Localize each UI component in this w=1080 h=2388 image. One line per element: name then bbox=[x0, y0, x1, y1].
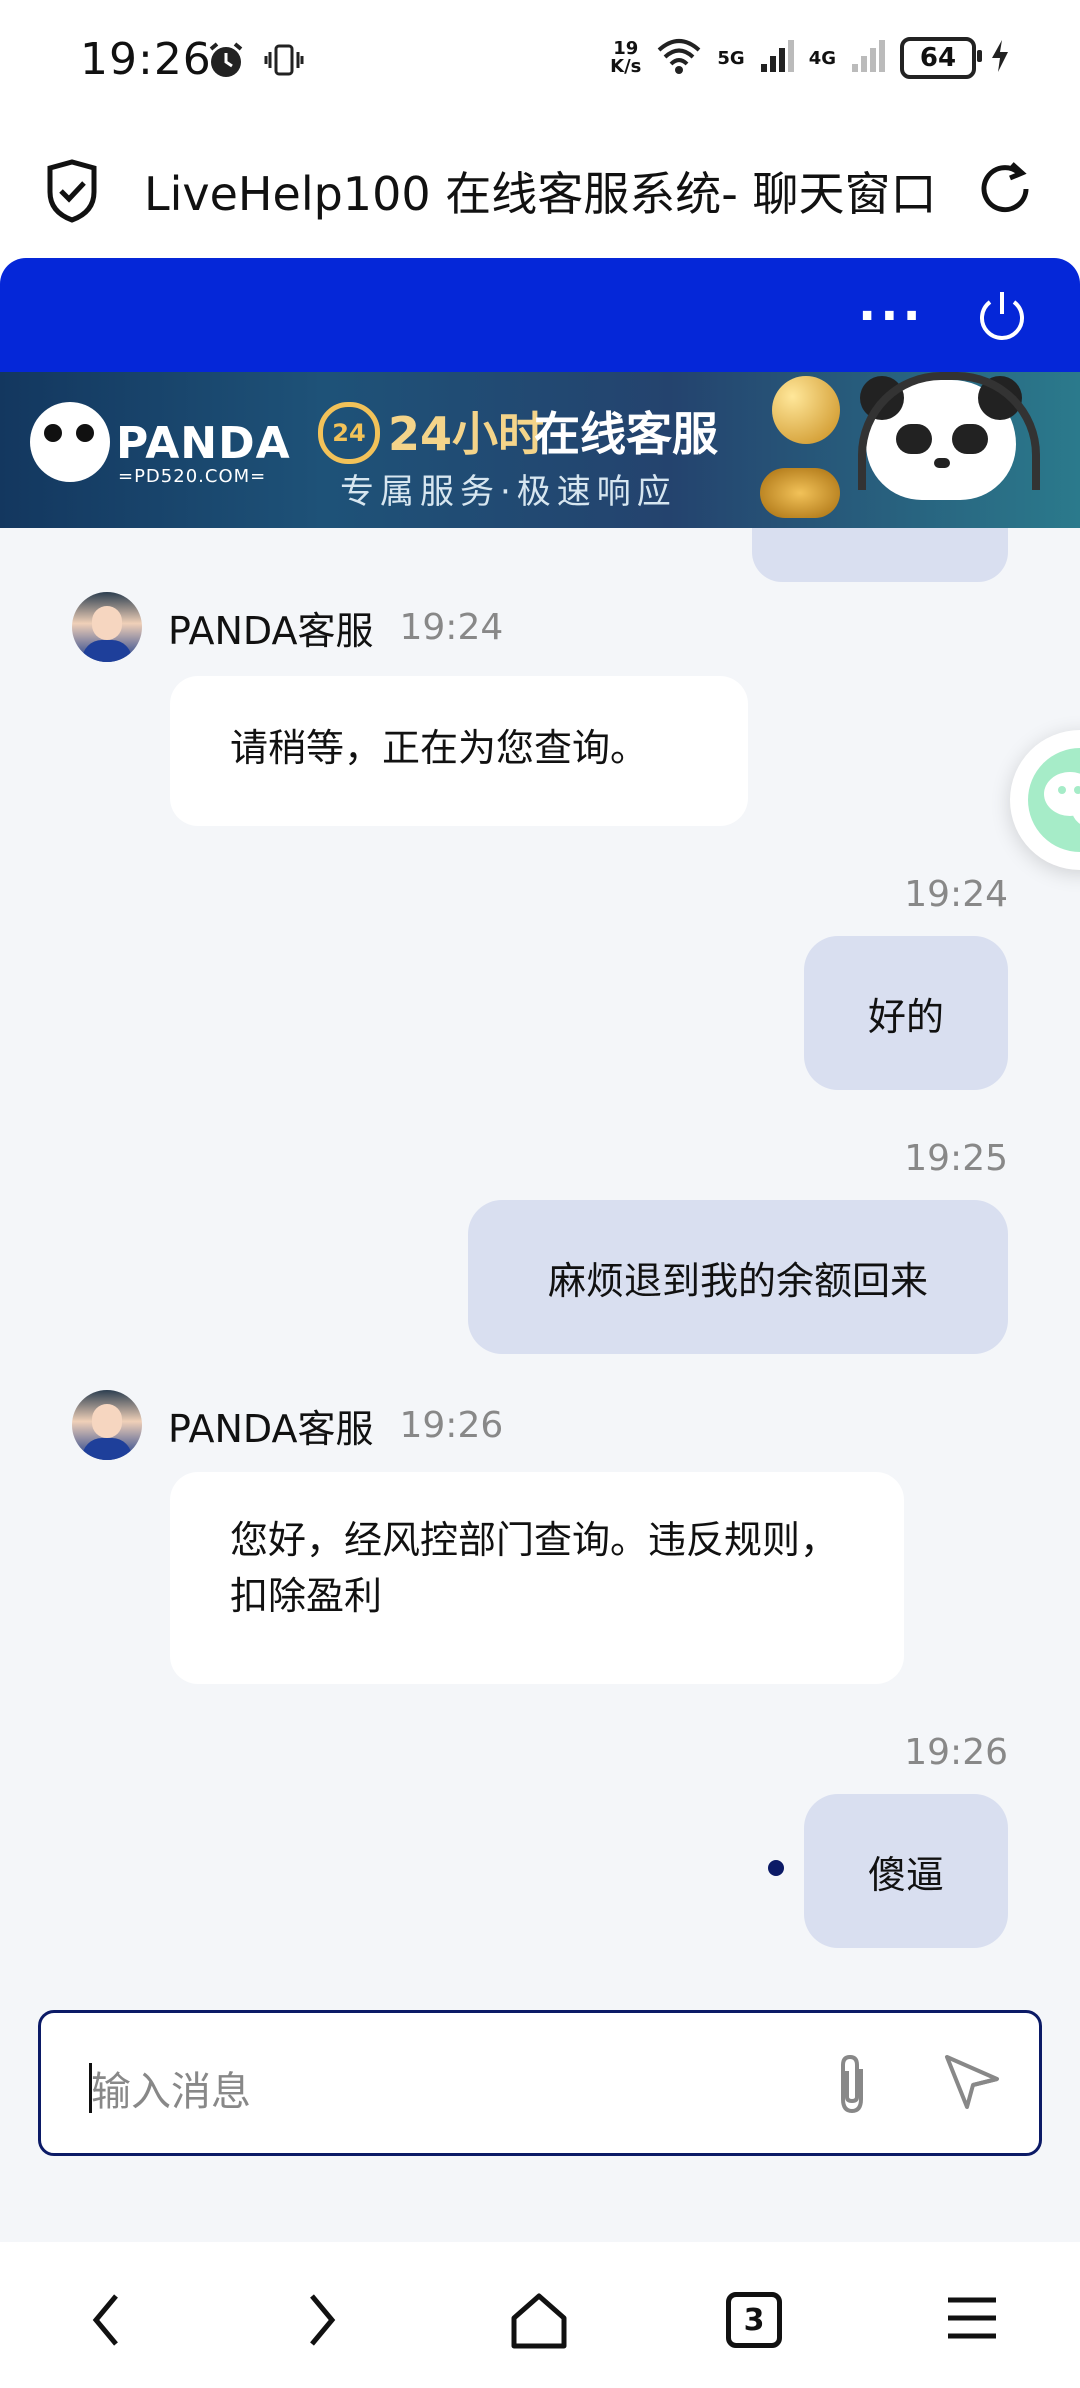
message-time: 19:24 bbox=[904, 874, 1008, 915]
page-title[interactable]: LiveHelp100 在线客服系统- 聊天窗口 bbox=[144, 158, 944, 224]
panda-mascot-icon bbox=[846, 372, 1056, 528]
status-right-icons: 19 K/s 5G 4G 64 bbox=[610, 36, 1010, 80]
home-icon[interactable] bbox=[508, 2290, 570, 2356]
paperclip-icon[interactable] bbox=[825, 2051, 879, 2121]
status-left-icons bbox=[206, 40, 304, 84]
panda-logo-icon bbox=[30, 402, 110, 482]
more-options-icon[interactable]: ··· bbox=[858, 288, 925, 344]
vibrate-icon bbox=[264, 40, 304, 84]
reload-icon[interactable] bbox=[972, 156, 1038, 226]
message-time: 19:25 bbox=[904, 1138, 1008, 1179]
tabs-button[interactable]: 3 bbox=[726, 2292, 782, 2348]
back-icon[interactable] bbox=[86, 2290, 126, 2354]
brand-name: PANDA bbox=[116, 418, 291, 469]
net-speed: 19 K/s bbox=[610, 40, 641, 76]
message-input-box[interactable]: 输入消息 bbox=[38, 2010, 1042, 2156]
message-time: 19:24 bbox=[399, 606, 504, 648]
chat-header: ··· bbox=[0, 258, 1080, 372]
user-message-bubble[interactable]: 好的 bbox=[804, 936, 1008, 1090]
clock-24-label: 24 bbox=[332, 419, 366, 447]
user-message-bubble[interactable]: 傻逼 bbox=[804, 1794, 1008, 1948]
wechat-icon bbox=[1028, 748, 1080, 852]
agent-message-bubble[interactable]: 请稍等，正在为您查询。 bbox=[170, 676, 748, 826]
clock-24-icon: 24 bbox=[318, 402, 380, 464]
wifi-icon bbox=[655, 36, 703, 80]
net-speed-unit: K/s bbox=[610, 56, 642, 77]
chat-messages[interactable]: PANDA客服 19:24 请稍等，正在为您查询。 19:24 好的 19:25… bbox=[0, 528, 1080, 2242]
alarm-icon bbox=[206, 40, 246, 84]
browser-toolbar: LiveHelp100 在线客服系统- 聊天窗口 bbox=[0, 128, 1080, 258]
agent-message-header: PANDA客服 19:26 bbox=[72, 1390, 503, 1460]
promo-banner[interactable]: PANDA =PD520.COM= 24 24小时 在线客服 专属服务·极速响应 bbox=[0, 372, 1080, 528]
browser-bottom-nav: 3 bbox=[0, 2242, 1080, 2388]
message-time: 19:26 bbox=[399, 1404, 504, 1446]
network-5g-label: 5G bbox=[717, 47, 745, 69]
message-input[interactable]: 输入消息 bbox=[91, 2059, 251, 2117]
banner-title-gold: 24小时 bbox=[388, 407, 545, 461]
avatar[interactable] bbox=[72, 592, 142, 662]
brand-url: =PD520.COM= bbox=[118, 466, 267, 487]
charging-icon bbox=[990, 38, 1010, 78]
status-time: 19:26 bbox=[80, 34, 212, 85]
agent-name: PANDA客服 bbox=[168, 1406, 374, 1451]
send-icon[interactable] bbox=[941, 2051, 1003, 2117]
signal-icon-2 bbox=[850, 38, 886, 78]
agent-name: PANDA客服 bbox=[168, 608, 374, 653]
agent-message-bubble[interactable]: 您好，经风控部门查询。违反规则，扣除盈利 bbox=[170, 1472, 904, 1684]
banner-subtitle: 专属服务·极速响应 bbox=[340, 472, 677, 512]
user-message-bubble[interactable]: 麻烦退到我的余额回来 bbox=[468, 1200, 1008, 1354]
previous-message-bubble bbox=[752, 528, 1008, 582]
signal-icon bbox=[759, 38, 795, 78]
gold-coins-icon bbox=[760, 468, 840, 518]
banner-title-white: 在线客服 bbox=[534, 407, 718, 461]
shield-check-icon[interactable] bbox=[42, 158, 102, 228]
forward-icon[interactable] bbox=[302, 2290, 342, 2354]
agent-message-header: PANDA客服 19:24 bbox=[72, 592, 503, 662]
tab-count: 3 bbox=[726, 2292, 782, 2348]
message-time: 19:26 bbox=[904, 1732, 1008, 1773]
battery-indicator: 64 bbox=[900, 37, 982, 79]
gold-ball-icon bbox=[772, 376, 840, 444]
wechat-float-button[interactable] bbox=[1010, 730, 1080, 870]
status-bar: 19:26 19 K/s 5G 4G 64 bbox=[0, 0, 1080, 128]
battery-level: 64 bbox=[919, 43, 957, 73]
network-4g-label: 4G bbox=[808, 47, 836, 69]
unread-indicator bbox=[768, 1860, 784, 1876]
menu-icon[interactable] bbox=[944, 2290, 1000, 2350]
avatar[interactable] bbox=[72, 1390, 142, 1460]
power-icon[interactable] bbox=[972, 286, 1032, 350]
